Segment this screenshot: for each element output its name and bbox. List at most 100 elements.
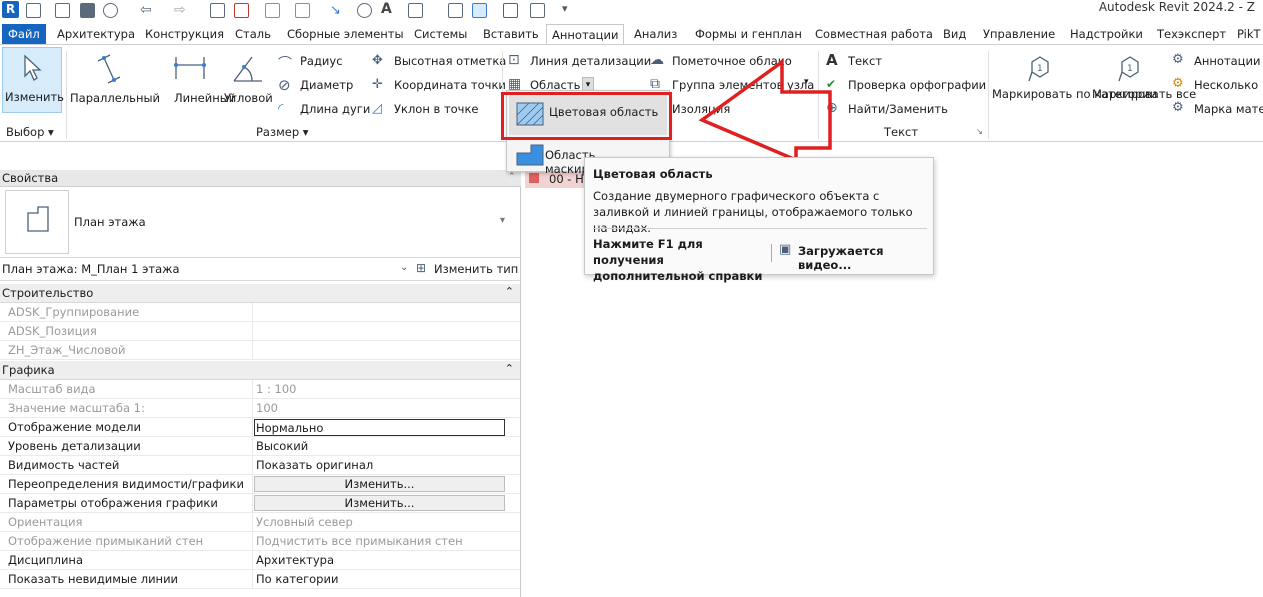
text-panel-title[interactable]: Текст [884, 125, 918, 139]
dimension-icon[interactable]: ↘ [330, 3, 345, 18]
property-row[interactable]: ADSK_Группирование [0, 303, 520, 323]
linear-dimension-button[interactable]: Линейный [158, 49, 236, 113]
instance-filter[interactable]: План этажа: М_План 1 этажа ⌄ ⊞ Изменить … [0, 259, 520, 281]
property-row[interactable]: Дисциплина Архитектура [0, 551, 520, 571]
tab-addins[interactable]: Надстройки [1070, 24, 1143, 44]
thin-lines-icon[interactable] [472, 3, 487, 18]
close-windows-icon[interactable] [503, 3, 518, 18]
property-row[interactable]: Значение масштаба 1: 100 [0, 399, 520, 419]
property-key: Дисциплина [8, 553, 83, 567]
multiple-tag-button[interactable]: ⚙ Несколько [1172, 76, 1263, 95]
customize-qat-icon[interactable]: ▾ [562, 2, 568, 15]
property-row[interactable]: Уровень детализации Высокий [0, 437, 520, 457]
spot-elevation-button[interactable]: ✥ Высотная отметка [372, 53, 506, 71]
tab-analyze[interactable]: Анализ [634, 24, 677, 44]
red-arrow-annotation [698, 58, 832, 163]
tab-insert[interactable]: Вставить [483, 24, 539, 44]
properties-scroll-up-icon[interactable]: ⌃ [508, 172, 516, 182]
section-construction[interactable]: Строительство ⌃ [0, 284, 520, 303]
property-row[interactable]: Переопределения видимости/графики Изменит… [0, 475, 520, 495]
spot-slope-button[interactable]: ◿ Уклон в точке [372, 101, 482, 119]
property-row[interactable]: Ориентация Условный север [0, 513, 520, 533]
tab-techexpert[interactable]: Техэксперт [1157, 24, 1226, 44]
vg-overrides-edit-button[interactable]: Изменить... [254, 476, 505, 492]
sync-icon[interactable] [103, 3, 118, 18]
radius-dimension-button[interactable]: ⌒ Радиус [278, 53, 364, 72]
home-icon[interactable] [26, 3, 41, 18]
tab-massing-site[interactable]: Формы и генплан [695, 24, 802, 44]
tab-annotate[interactable]: Аннотации [546, 24, 625, 44]
switch-windows-icon[interactable] [530, 3, 545, 18]
detail-line-label: Линия детализации [530, 54, 652, 68]
save-icon[interactable] [80, 3, 95, 18]
material-tag-button[interactable]: ⚙ Марка мате [1172, 100, 1263, 119]
highlight-box [501, 92, 672, 140]
section-icon[interactable] [448, 3, 463, 18]
property-row[interactable]: ZH_Этаж_Числовой [0, 341, 520, 361]
tab-view[interactable]: Вид [943, 24, 966, 44]
model-display-field[interactable]: Нормально [254, 419, 505, 436]
revit-logo[interactable]: R [2, 1, 19, 18]
measure-icon[interactable] [265, 3, 280, 18]
aligned-dimension-button[interactable]: Параллельный [68, 49, 160, 113]
select-panel-title[interactable]: Выбор ▾ [6, 125, 54, 139]
tooltip-video-label: Загружается видео... [798, 244, 884, 272]
dimension-panel-title[interactable]: Размер ▾ [256, 125, 309, 139]
undo-icon[interactable]: ⇦ [140, 3, 155, 18]
redo-icon[interactable]: ⇨ [174, 3, 189, 18]
tab-systems[interactable]: Системы [414, 24, 467, 44]
spelling-button[interactable]: ✔ Проверка орфографии [826, 77, 986, 95]
section-graphics[interactable]: Графика ⌃ [0, 361, 520, 380]
open-icon[interactable] [55, 3, 70, 18]
find-replace-button[interactable]: ⊕ Найти/Заменить [826, 100, 956, 119]
modify-button[interactable]: Изменить [2, 47, 64, 113]
tab-manage[interactable]: Управление [983, 24, 1055, 44]
tab-file[interactable]: Файл [2, 24, 46, 44]
sheet-icon[interactable] [234, 3, 249, 18]
tab-steel[interactable]: Сталь [235, 24, 271, 44]
type-selector[interactable]: План этажа ▾ [0, 188, 520, 258]
tooltip: Цветовая область Создание двумерного гра… [584, 157, 934, 283]
spelling-label: Проверка орфографии [848, 78, 987, 92]
spot-coordinate-button[interactable]: ✛ Координата точки [372, 77, 506, 95]
detail-line-button[interactable]: ⊡ Линия детализации [508, 52, 652, 71]
type-dropdown-icon[interactable]: ▾ [500, 215, 505, 226]
text-panel-launcher-icon[interactable]: ↘ [976, 127, 983, 136]
panel-separator [66, 51, 67, 139]
window-title: Autodesk Revit 2024.2 - Z [1098, 0, 1255, 14]
edit-type-button[interactable]: ⊞ Изменить тип [416, 261, 520, 279]
property-row[interactable]: Отображение модели Нормально [0, 418, 520, 438]
instance-dropdown-icon[interactable]: ⌄ [400, 262, 408, 273]
graphic-display-edit-button[interactable]: Изменить... [254, 495, 505, 511]
annotations-button[interactable]: ⚙ Аннотации [1172, 52, 1263, 71]
print-icon[interactable] [210, 3, 225, 18]
aligned-dimension-icon [97, 54, 121, 84]
3d-view-icon[interactable] [408, 3, 423, 18]
property-row[interactable]: Параметры отображения графики Изменить... [0, 494, 520, 514]
tab-collaborate[interactable]: Совместная работа [815, 24, 933, 44]
text-icon[interactable]: A [381, 2, 396, 18]
floor-plan-type-icon [5, 190, 69, 254]
property-value: По категории [256, 572, 339, 586]
diameter-dimension-button[interactable]: ⊘ Диаметр [278, 76, 364, 95]
tag-icon[interactable] [357, 3, 372, 18]
spot-slope-icon: ◿ [372, 101, 382, 116]
tab-structure[interactable]: Конструкция [145, 24, 224, 44]
tab-architecture[interactable]: Архитектура [57, 24, 135, 44]
tag-by-category-button[interactable]: 1 Маркировать по категории [990, 49, 1157, 121]
align-icon[interactable] [295, 3, 310, 18]
property-row[interactable]: Показать невидимые линии По категории [0, 570, 520, 590]
tag-all-button[interactable]: 1 Маркировать все [1090, 49, 1196, 121]
angular-dimension-button[interactable]: Угловой [222, 49, 274, 113]
tab-pikt[interactable]: PikT [1237, 24, 1261, 44]
arc-length-button[interactable]: ◜ Длина дуги [278, 101, 370, 119]
property-row[interactable]: ADSK_Позиция [0, 322, 520, 342]
property-key: Ориентация [8, 515, 83, 529]
property-row[interactable]: Отображение примыканий стен Подчистить вс… [0, 532, 520, 552]
tab-precast[interactable]: Сборные элементы [287, 24, 404, 44]
collapse-icon[interactable]: ⌃ [505, 285, 514, 298]
collapse-icon[interactable]: ⌃ [505, 362, 514, 375]
property-row[interactable]: Масштаб вида 1 : 100 [0, 380, 520, 400]
property-row[interactable]: Видимость частей Показать оригинал [0, 456, 520, 476]
text-button[interactable]: A Текст [826, 51, 906, 71]
